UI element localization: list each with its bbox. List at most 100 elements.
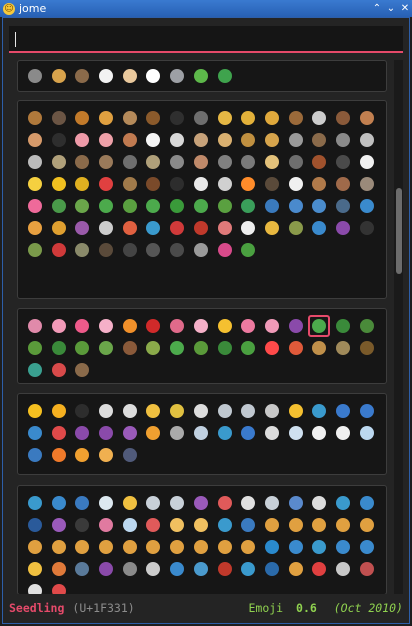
emoji-button[interactable] bbox=[142, 315, 164, 337]
emoji-button[interactable] bbox=[214, 217, 236, 239]
emoji-button[interactable] bbox=[166, 195, 188, 217]
emoji-button[interactable] bbox=[95, 239, 117, 261]
emoji-button[interactable] bbox=[166, 558, 188, 580]
emoji-button[interactable] bbox=[261, 400, 283, 422]
emoji-button[interactable] bbox=[308, 514, 330, 536]
emoji-button[interactable] bbox=[190, 337, 212, 359]
emoji-button[interactable] bbox=[119, 444, 141, 466]
emoji-button[interactable] bbox=[356, 400, 378, 422]
emoji-button[interactable] bbox=[261, 151, 283, 173]
emoji-button[interactable] bbox=[119, 151, 141, 173]
emoji-button[interactable] bbox=[332, 151, 354, 173]
emoji-button[interactable] bbox=[119, 558, 141, 580]
emoji-button[interactable] bbox=[95, 400, 117, 422]
emoji-button[interactable] bbox=[190, 239, 212, 261]
emoji-button[interactable] bbox=[24, 65, 46, 87]
emoji-button[interactable] bbox=[190, 558, 212, 580]
emoji-button[interactable] bbox=[142, 514, 164, 536]
emoji-button[interactable] bbox=[285, 337, 307, 359]
emoji-button[interactable] bbox=[71, 536, 93, 558]
emoji-button[interactable] bbox=[285, 492, 307, 514]
emoji-button[interactable] bbox=[24, 151, 46, 173]
emoji-button[interactable] bbox=[190, 173, 212, 195]
emoji-button[interactable] bbox=[48, 400, 70, 422]
emoji-button[interactable] bbox=[285, 107, 307, 129]
emoji-button[interactable] bbox=[24, 536, 46, 558]
emoji-button[interactable] bbox=[119, 422, 141, 444]
emoji-button[interactable] bbox=[214, 400, 236, 422]
emoji-button[interactable] bbox=[214, 65, 236, 87]
emoji-button[interactable] bbox=[237, 173, 259, 195]
emoji-button[interactable] bbox=[24, 337, 46, 359]
emoji-button[interactable] bbox=[261, 195, 283, 217]
emoji-button[interactable] bbox=[285, 514, 307, 536]
emoji-button[interactable] bbox=[190, 492, 212, 514]
emoji-button[interactable] bbox=[332, 129, 354, 151]
emoji-button[interactable] bbox=[308, 173, 330, 195]
emoji-button[interactable] bbox=[48, 580, 70, 594]
emoji-button[interactable] bbox=[190, 315, 212, 337]
emoji-button[interactable] bbox=[356, 422, 378, 444]
emoji-button[interactable] bbox=[308, 400, 330, 422]
emoji-button[interactable] bbox=[95, 422, 117, 444]
emoji-button[interactable] bbox=[24, 492, 46, 514]
emoji-button[interactable] bbox=[308, 129, 330, 151]
emoji-button[interactable] bbox=[332, 492, 354, 514]
emoji-button[interactable] bbox=[142, 129, 164, 151]
emoji-button[interactable] bbox=[332, 315, 354, 337]
emoji-button[interactable] bbox=[48, 422, 70, 444]
close-button[interactable]: ✕ bbox=[398, 3, 412, 14]
emoji-button[interactable] bbox=[237, 514, 259, 536]
emoji-button[interactable] bbox=[142, 492, 164, 514]
emoji-button[interactable] bbox=[95, 151, 117, 173]
emoji-button[interactable] bbox=[95, 444, 117, 466]
emoji-button[interactable] bbox=[48, 151, 70, 173]
emoji-button[interactable] bbox=[95, 514, 117, 536]
emoji-button[interactable] bbox=[119, 195, 141, 217]
emoji-button[interactable] bbox=[332, 536, 354, 558]
emoji-button[interactable] bbox=[71, 400, 93, 422]
emoji-button[interactable] bbox=[285, 217, 307, 239]
minimize-button[interactable]: ⌃ bbox=[370, 3, 384, 14]
emoji-button[interactable] bbox=[190, 195, 212, 217]
emoji-button[interactable] bbox=[356, 337, 378, 359]
emoji-button[interactable] bbox=[95, 315, 117, 337]
emoji-button[interactable] bbox=[95, 536, 117, 558]
emoji-button[interactable] bbox=[119, 217, 141, 239]
emoji-button[interactable] bbox=[95, 173, 117, 195]
emoji-button[interactable] bbox=[71, 337, 93, 359]
emoji-button[interactable] bbox=[285, 173, 307, 195]
emoji-button[interactable] bbox=[214, 129, 236, 151]
emoji-button[interactable] bbox=[71, 195, 93, 217]
emoji-button[interactable] bbox=[214, 337, 236, 359]
emoji-button[interactable] bbox=[166, 239, 188, 261]
emoji-button[interactable] bbox=[71, 422, 93, 444]
emoji-button[interactable] bbox=[48, 239, 70, 261]
emoji-button-selected[interactable] bbox=[308, 315, 331, 337]
emoji-button[interactable] bbox=[308, 536, 330, 558]
emoji-button[interactable] bbox=[24, 239, 46, 261]
emoji-button[interactable] bbox=[261, 558, 283, 580]
emoji-button[interactable] bbox=[261, 129, 283, 151]
emoji-button[interactable] bbox=[308, 558, 330, 580]
emoji-button[interactable] bbox=[285, 400, 307, 422]
emoji-button[interactable] bbox=[95, 195, 117, 217]
emoji-button[interactable] bbox=[356, 514, 378, 536]
emoji-button[interactable] bbox=[142, 558, 164, 580]
emoji-button[interactable] bbox=[24, 400, 46, 422]
emoji-button[interactable] bbox=[24, 514, 46, 536]
emoji-button[interactable] bbox=[261, 107, 283, 129]
emoji-button[interactable] bbox=[190, 422, 212, 444]
emoji-button[interactable] bbox=[48, 195, 70, 217]
emoji-button[interactable] bbox=[166, 107, 188, 129]
emoji-button[interactable] bbox=[24, 359, 46, 381]
emoji-button[interactable] bbox=[48, 129, 70, 151]
emoji-button[interactable] bbox=[285, 195, 307, 217]
emoji-button[interactable] bbox=[332, 195, 354, 217]
emoji-button[interactable] bbox=[95, 107, 117, 129]
emoji-button[interactable] bbox=[308, 422, 330, 444]
emoji-button[interactable] bbox=[48, 359, 70, 381]
emoji-button[interactable] bbox=[261, 492, 283, 514]
emoji-button[interactable] bbox=[356, 492, 378, 514]
emoji-button[interactable] bbox=[142, 195, 164, 217]
